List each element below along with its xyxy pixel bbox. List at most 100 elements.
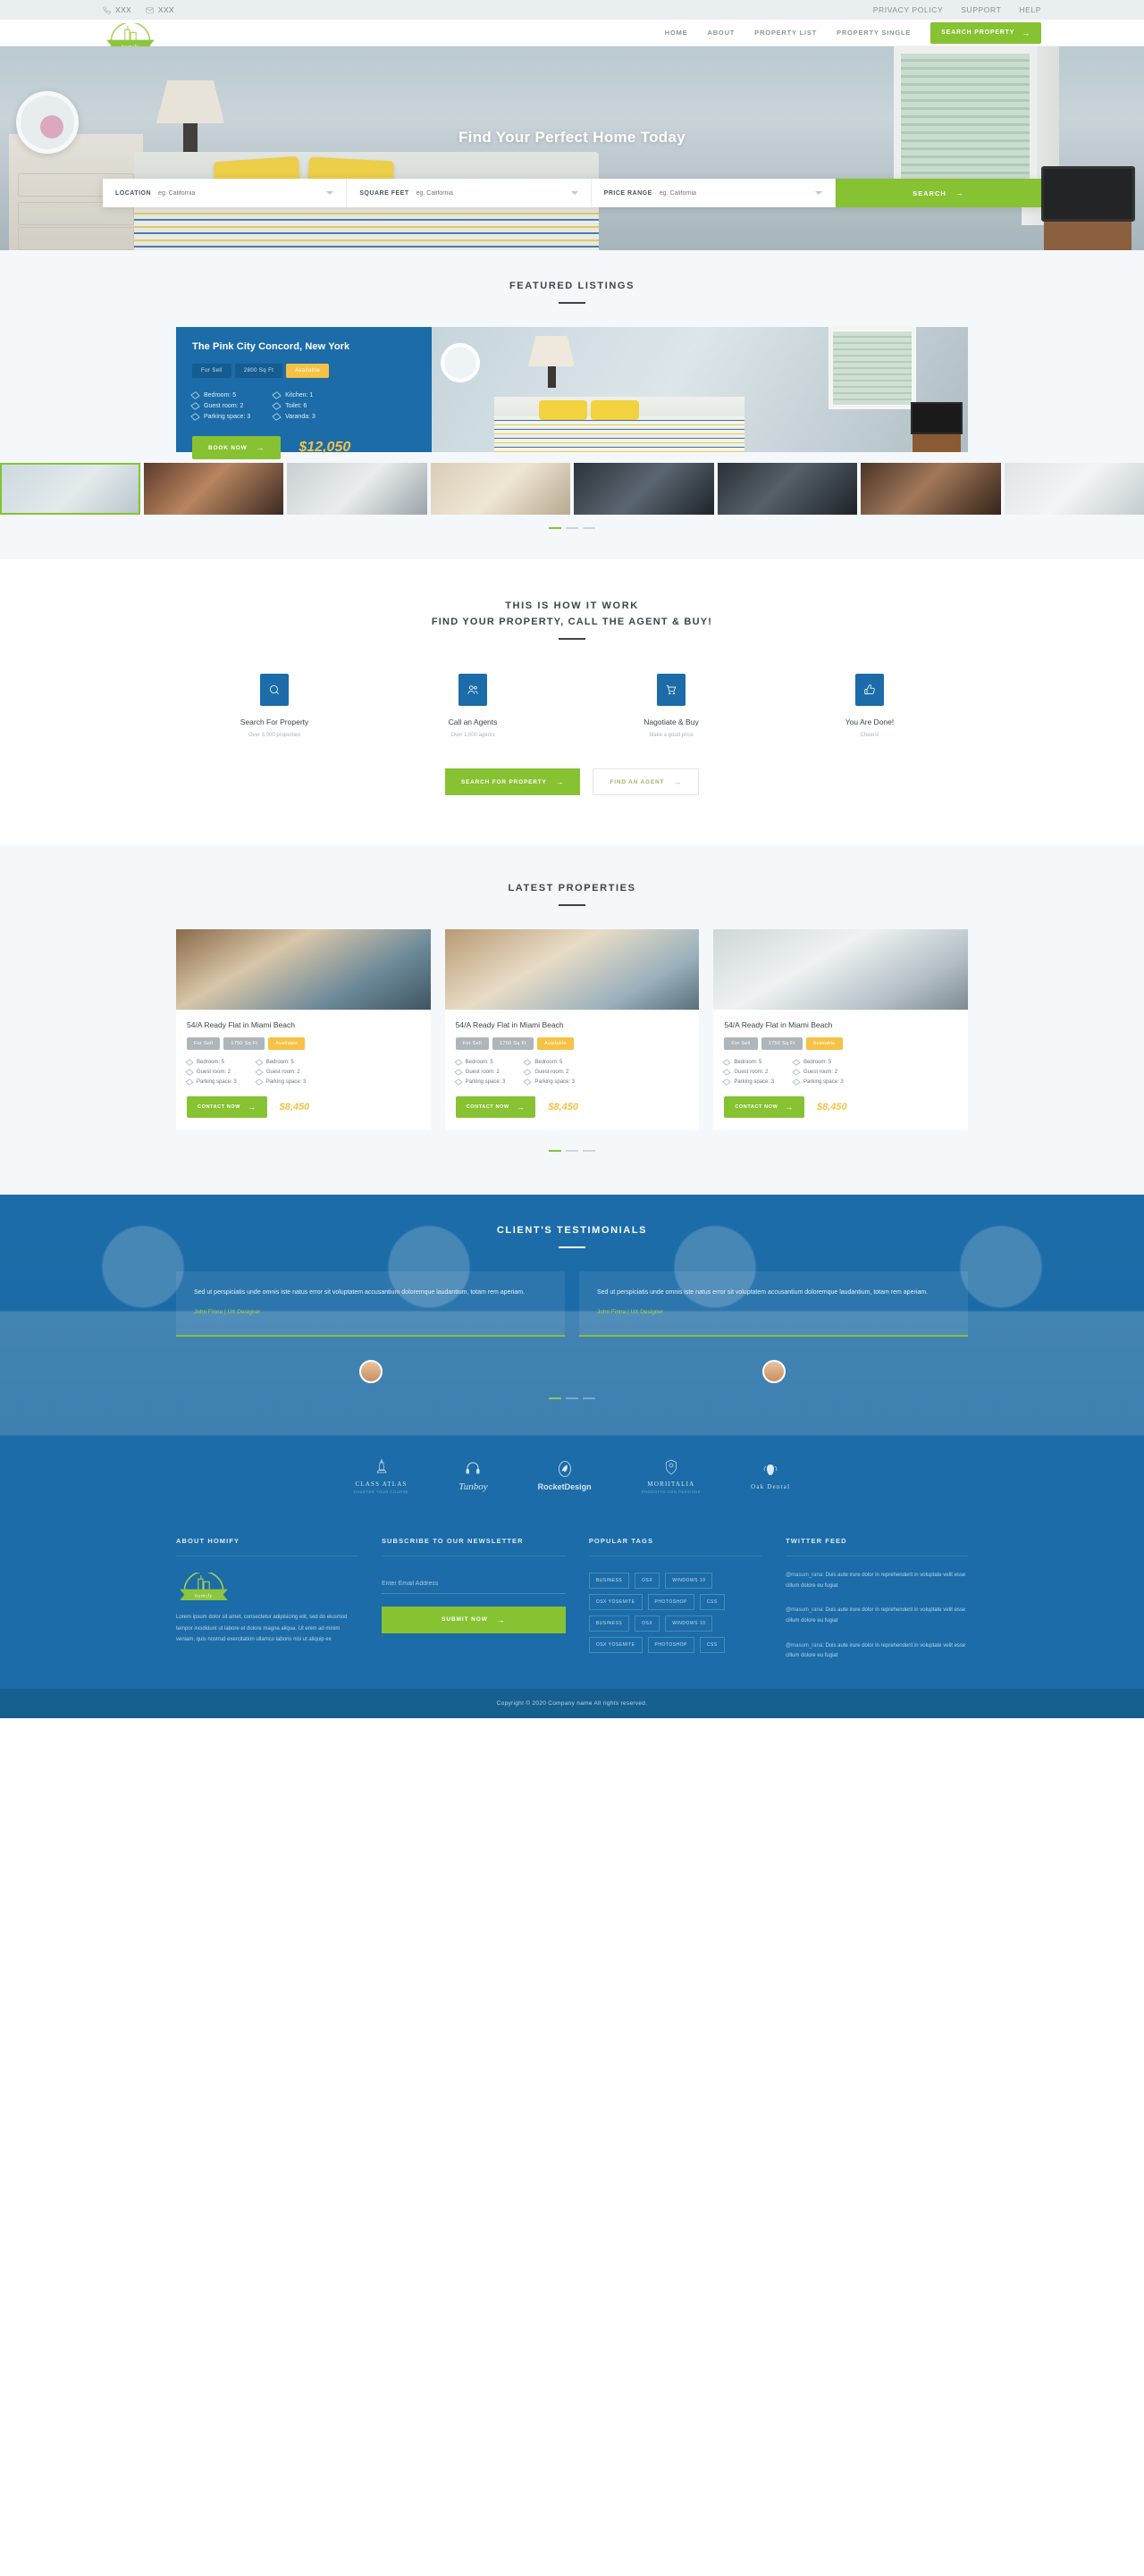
search-field-price-range[interactable]: PRICE RANGE <box>592 179 836 207</box>
footer-logo[interactable]: homify <box>176 1571 231 1601</box>
find-an-agent-button[interactable]: FIND AN AGENT → <box>593 768 700 795</box>
chevron-down-icon[interactable] <box>570 191 578 195</box>
thumbnail-item[interactable] <box>717 463 857 515</box>
property-card[interactable]: 54/A Ready Flat in Miami Beach For Sell … <box>444 929 700 1130</box>
spec-guest-room-2: Guest room: 2 <box>792 1069 844 1076</box>
brand-rocketdesign[interactable]: RocketDesign <box>538 1459 592 1491</box>
footer-tag[interactable]: PHOTOSHOP <box>647 1636 694 1653</box>
spec-guest-room-2: Guest room: 2 <box>255 1069 307 1076</box>
spec-icon <box>272 402 282 410</box>
footer-column-newsletter: SUBSCRIBE TO OUR NEWSLETTER SUBMIT NOW → <box>381 1537 566 1662</box>
book-now-label: BOOK NOW <box>208 444 248 451</box>
search-field-location[interactable]: LOCATION <box>103 179 348 207</box>
property-card[interactable]: 54/A Ready Flat in Miami Beach For Sell … <box>713 929 969 1130</box>
property-image <box>713 929 969 1010</box>
carousel-dot[interactable] <box>549 1150 561 1152</box>
price-range-input[interactable] <box>659 189 808 197</box>
thumbnail-item[interactable] <box>0 463 140 515</box>
top-bar-links: PRIVACY POLICY SUPPORT HELP <box>873 5 1041 14</box>
spec-guest-room: Guest room: 2 <box>722 1069 774 1076</box>
footer-tag[interactable]: OSX YOSEMITE <box>588 1636 643 1653</box>
spec-guest-room-2: Guest room: 2 <box>523 1069 575 1076</box>
thumbnail-item[interactable] <box>430 463 570 515</box>
thumbnail-item[interactable] <box>143 463 283 515</box>
carousel-dot[interactable] <box>583 1150 595 1152</box>
thumbnail-item[interactable] <box>861 463 1001 515</box>
contact-now-button[interactable]: CONTACT NOW → <box>187 1096 267 1118</box>
brand-oak-dental[interactable]: Oak Dental <box>751 1460 790 1490</box>
title-divider <box>559 638 585 640</box>
spec-parking-space: Parking space: 3 <box>185 1078 237 1086</box>
footer-tag[interactable]: OSX <box>635 1572 660 1589</box>
carousel-dot[interactable] <box>583 527 595 529</box>
featured-listings-section: FEATURED LISTINGS The Pink City Concord,… <box>0 250 1144 559</box>
topbar-link-support[interactable]: SUPPORT <box>961 5 1001 14</box>
chevron-down-icon[interactable] <box>326 191 334 195</box>
footer-tag[interactable]: WINDOWS 10 <box>665 1572 713 1589</box>
newsletter-submit-button[interactable]: SUBMIT NOW → <box>381 1606 566 1633</box>
book-now-button[interactable]: BOOK NOW → <box>192 436 282 459</box>
footer-tag[interactable]: OSX <box>635 1615 660 1632</box>
email-contact[interactable]: XXX <box>146 5 174 14</box>
footer-column-twitter: TWITTER FEED @masum_rana: Duis aute irur… <box>786 1537 968 1662</box>
location-input[interactable] <box>158 189 320 197</box>
property-title: 54/A Ready Flat in Miami Beach <box>455 1020 564 1029</box>
site-header: homify HOME ABOUT PROPERTY LIST PROPERTY… <box>0 20 1144 51</box>
phone-icon <box>103 5 111 14</box>
contact-now-button[interactable]: CONTACT NOW → <box>724 1096 804 1118</box>
tweet-handle[interactable]: @masum_rana: <box>786 1607 824 1613</box>
homify-logo-icon: homify <box>180 1571 228 1600</box>
property-card[interactable]: 54/A Ready Flat in Miami Beach For Sell … <box>176 929 431 1130</box>
top-bar-contacts: XXX XXX <box>103 5 174 14</box>
search-field-square-feet[interactable]: SQUARE FEET <box>347 179 592 207</box>
topbar-link-help[interactable]: HELP <box>1019 5 1041 14</box>
newsletter-email-input[interactable] <box>381 1573 566 1594</box>
tag-for-sell: For Sell <box>724 1037 758 1050</box>
brand-name: RocketDesign <box>537 1482 592 1492</box>
square-feet-input[interactable] <box>416 189 564 197</box>
topbar-link-privacy[interactable]: PRIVACY POLICY <box>873 5 943 14</box>
brand-tunboy[interactable]: Tunboy <box>458 1458 488 1492</box>
footer-tag[interactable]: BUSINESS <box>588 1572 630 1589</box>
spec-icon <box>722 1078 732 1086</box>
carousel-dot[interactable] <box>549 527 561 529</box>
footer-tag[interactable]: CSS <box>699 1593 725 1610</box>
popular-tags-cloud: BUSINESS OSX WINDOWS 10 OSX YOSEMITE PHO… <box>588 1572 762 1653</box>
footer-tag[interactable]: CSS <box>699 1636 725 1653</box>
spec-icon <box>453 1069 463 1076</box>
footer-tag[interactable]: WINDOWS 10 <box>665 1615 713 1632</box>
brand-moriitalia[interactable]: MORIITALIA PRODOTTO CON PASSIONE <box>642 1457 701 1494</box>
hero-search-button[interactable]: SEARCH → <box>835 179 1041 207</box>
search-property-button[interactable]: SEARCH PROPERTY → <box>930 21 1041 44</box>
spec-icon <box>722 1069 732 1076</box>
spec-bedroom: Bedroom: 5 <box>453 1059 506 1066</box>
spec-icon <box>255 1059 264 1066</box>
tweet-item: @masum_rana: Duis aute irure dolor in re… <box>786 1641 968 1662</box>
thumbnail-item[interactable] <box>1004 463 1144 515</box>
nav-item-home[interactable]: HOME <box>665 29 688 37</box>
chevron-down-icon[interactable] <box>814 191 822 195</box>
phone-contact[interactable]: XXX <box>103 5 131 14</box>
footer-tag[interactable]: PHOTOSHOP <box>647 1593 694 1610</box>
brand-class-atlas[interactable]: CLASS ATLAS CHARTER YOUR COURSE <box>354 1457 408 1494</box>
carousel-dot[interactable] <box>566 1150 578 1152</box>
tweet-handle[interactable]: @masum_rana: <box>786 1573 824 1578</box>
thumbnail-item[interactable] <box>287 463 427 515</box>
footer-tag[interactable]: BUSINESS <box>588 1615 630 1632</box>
footer-tag[interactable]: OSX YOSEMITE <box>588 1593 643 1610</box>
latest-properties-title: LATEST PROPERTIES <box>508 883 636 894</box>
tweet-handle[interactable]: @masum_rana: <box>786 1643 824 1649</box>
nav-item-about[interactable]: ABOUT <box>708 29 736 37</box>
search-for-property-button[interactable]: SEARCH FOR PROPERTY → <box>444 768 581 795</box>
envelope-icon <box>146 6 154 13</box>
testimonial-author: John Finna | UX Designer <box>194 1308 261 1315</box>
featured-property-card[interactable]: The Pink City Concord, New York For Sell… <box>176 327 968 459</box>
nav-item-property-single[interactable]: PROPERTY SINGLE <box>837 29 911 37</box>
nav-item-property-list[interactable]: PROPERTY LIST <box>754 29 817 37</box>
thumbnail-item[interactable] <box>574 463 714 515</box>
contact-now-button[interactable]: CONTACT NOW → <box>455 1096 536 1118</box>
spec-parking-space-2: Parking space: 3 <box>523 1078 575 1086</box>
carousel-dot[interactable] <box>566 527 578 529</box>
contact-now-label: CONTACT NOW <box>198 1104 241 1110</box>
step-desc: Over 3,000 properties <box>248 733 301 738</box>
